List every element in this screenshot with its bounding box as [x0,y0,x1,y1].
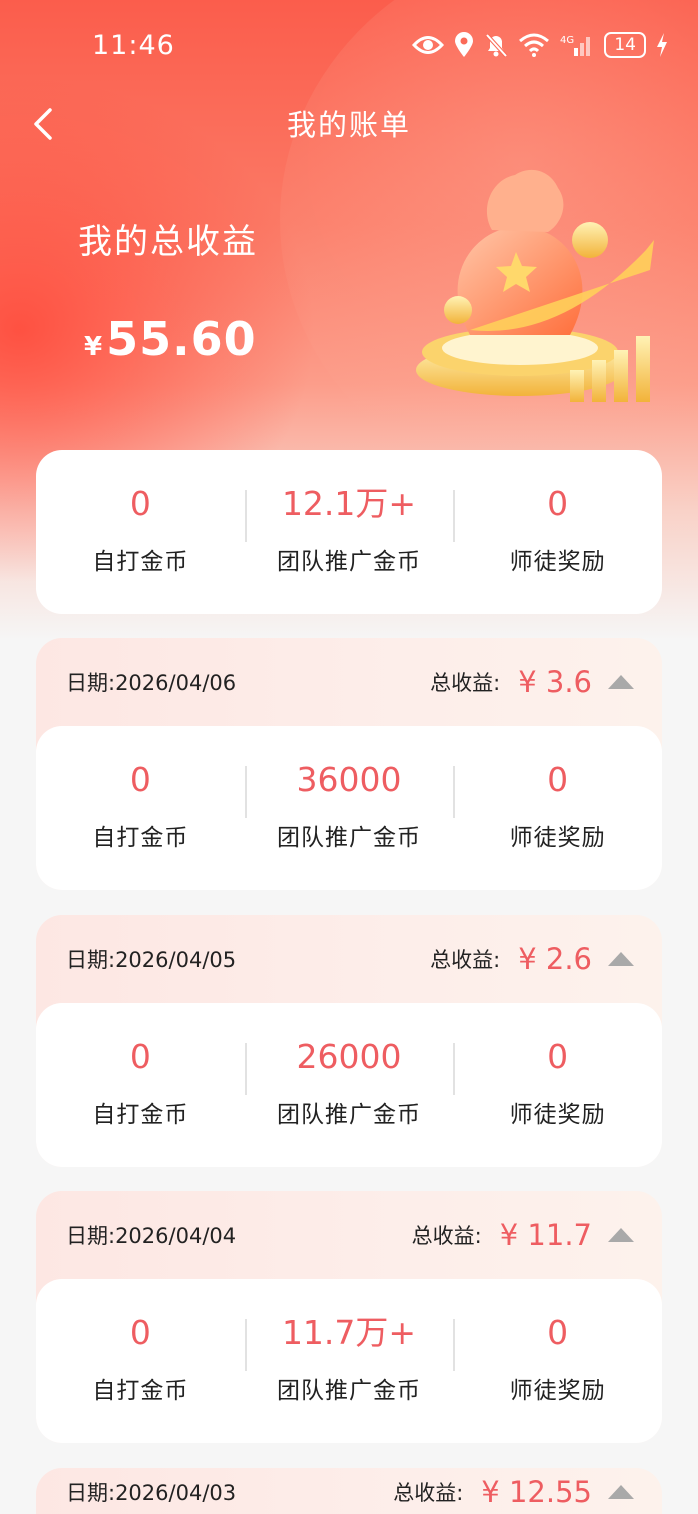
status-icons: 4G 14 [412,32,668,58]
record-total-amount: ¥ 3.6 [518,665,592,699]
record-total: 总收益: ¥ 3.6 [430,665,636,699]
daily-record[interactable]: 日期:2026/04/03 总收益: ¥ 12.55 [36,1468,662,1514]
stat-self-coins: 0 自打金币 [36,450,245,576]
record-date: 日期:2026/04/03 [66,1481,237,1505]
daily-record-body: 0 自打金币 11.7万+ 团队推广金币 0 师徒奖励 [36,1279,662,1443]
record-date: 日期:2026/04/04 [66,1224,237,1248]
stat-team-coins: 11.7万+ 团队推广金币 [244,1279,454,1405]
stat-value: 0 [547,1313,569,1352]
stat-label: 自打金币 [92,549,189,575]
stat-self-coins: 0 自打金币 [36,1279,245,1405]
eye-icon [412,36,445,54]
stat-label: 团队推广金币 [277,1378,421,1404]
stat-label: 团队推广金币 [277,1102,421,1128]
daily-record[interactable]: 日期:2026/04/04 总收益: ¥ 11.7 0 自打金币 11.7万+ … [36,1191,662,1443]
stat-value: 0 [129,760,151,799]
record-date: 日期:2026/04/06 [66,671,237,695]
daily-record-body: 0 自打金币 26000 团队推广金币 0 师徒奖励 [36,1003,662,1167]
daily-record-body: 0 自打金币 36000 团队推广金币 0 师徒奖励 [36,726,662,890]
charging-icon [657,33,667,57]
stat-label: 师徒奖励 [509,1102,606,1128]
record-total-label: 总收益: [411,1224,482,1248]
stat-label: 师徒奖励 [509,1378,606,1404]
daily-record-header[interactable]: 日期:2026/04/05 总收益: ¥ 2.6 [36,915,662,1003]
total-earnings-amount: ¥ 55.60 [84,312,257,366]
stat-mentor-reward: 0 师徒奖励 [453,726,662,852]
record-date: 日期:2026/04/05 [66,948,237,972]
daily-record[interactable]: 日期:2026/04/06 总收益: ¥ 3.6 0 自打金币 36000 团队… [36,638,662,890]
stat-value: 0 [547,1037,569,1076]
currency-symbol: ¥ [84,332,103,362]
stat-self-coins: 0 自打金币 [36,1003,245,1129]
signal-4g-icon: 4G [560,35,591,56]
stat-label: 团队推广金币 [277,549,421,575]
stat-label: 师徒奖励 [509,549,606,575]
nav-bar: 我的账单 [0,90,698,156]
record-total: 总收益: ¥ 11.7 [412,1218,636,1252]
chevron-left-icon[interactable] [28,104,60,144]
svg-text:4G: 4G [560,35,574,46]
record-total: 总收益: ¥ 12.55 [393,1475,636,1509]
stat-mentor-reward: 0 师徒奖励 [453,450,662,576]
page-title: 我的账单 [286,108,411,142]
stat-label: 团队推广金币 [277,825,421,851]
record-total-amount: ¥ 12.55 [481,1475,592,1509]
stat-value: 0 [129,1313,151,1352]
record-total-amount: ¥ 11.7 [499,1218,592,1252]
bell-off-icon [485,33,508,58]
record-total-label: 总收益: [430,671,501,695]
stat-value: 0 [547,484,569,523]
stat-mentor-reward: 0 师徒奖励 [453,1279,662,1405]
stat-team-coins: 36000 团队推广金币 [244,726,454,852]
total-earnings-value: 55.60 [106,312,257,366]
stat-value: 0 [547,760,569,799]
stat-mentor-reward: 0 师徒奖励 [453,1003,662,1129]
money-bag-illustration [416,169,654,402]
collapse-triangle-icon[interactable] [606,1483,636,1501]
stat-value: 12.1万+ [281,484,417,523]
stat-team-coins: 26000 团队推广金币 [244,1003,454,1129]
stat-value: 36000 [296,760,402,799]
status-time: 11:46 [92,29,175,61]
daily-record-header[interactable]: 日期:2026/04/03 总收益: ¥ 12.55 [36,1468,662,1514]
stat-label: 自打金币 [92,1102,189,1128]
stat-label: 师徒奖励 [509,825,606,851]
collapse-triangle-icon[interactable] [606,1226,636,1244]
wifi-icon [519,33,550,57]
daily-record-header[interactable]: 日期:2026/04/04 总收益: ¥ 11.7 [36,1191,662,1279]
stat-value: 0 [129,484,151,523]
record-total: 总收益: ¥ 2.6 [430,942,636,976]
stat-label: 自打金币 [92,1378,189,1404]
record-total-label: 总收益: [430,948,501,972]
stat-self-coins: 0 自打金币 [36,726,245,852]
stat-team-coins: 12.1万+ 团队推广金币 [244,450,454,576]
stat-value: 0 [129,1037,151,1076]
summary-card: 0 自打金币 12.1万+ 团队推广金币 0 师徒奖励 [36,450,662,614]
daily-record-header[interactable]: 日期:2026/04/06 总收益: ¥ 3.6 [36,638,662,726]
battery-level: 14 [604,32,646,58]
collapse-triangle-icon[interactable] [606,673,636,691]
record-total-label: 总收益: [393,1481,464,1505]
stat-value: 11.7万+ [281,1313,417,1352]
record-total-amount: ¥ 2.6 [518,942,592,976]
location-icon [455,32,474,57]
collapse-triangle-icon[interactable] [606,950,636,968]
daily-record[interactable]: 日期:2026/04/05 总收益: ¥ 2.6 0 自打金币 26000 团队… [36,915,662,1167]
stat-label: 自打金币 [92,825,189,851]
total-earnings-label: 我的总收益 [78,222,258,262]
status-bar: 11:46 4G 14 [0,0,698,90]
stat-value: 26000 [296,1037,402,1076]
